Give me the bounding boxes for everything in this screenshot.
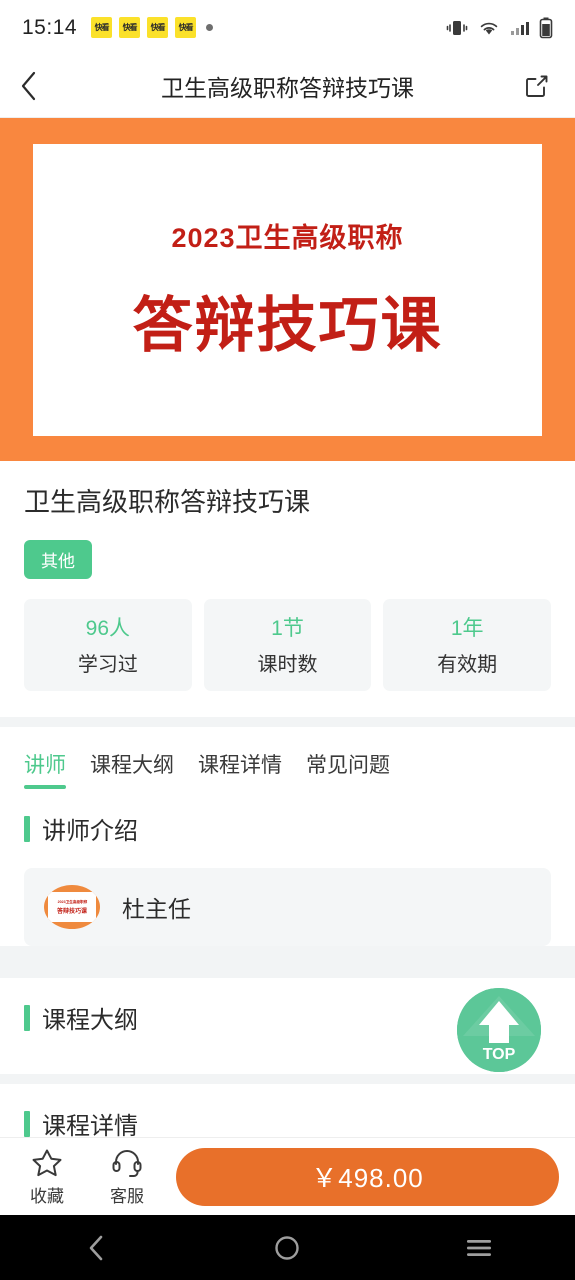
section-divider bbox=[0, 717, 575, 728]
notification-badge-icon: 快看 bbox=[147, 17, 169, 38]
wifi-icon bbox=[477, 19, 501, 37]
status-notification-badges: 快看 快看 快看 快看 bbox=[91, 17, 197, 38]
course-tabs: 讲师 课程大纲 课程详情 常见问题 bbox=[0, 727, 575, 790]
nav-recents-button[interactable] bbox=[434, 1226, 524, 1270]
status-system-icons bbox=[446, 17, 553, 39]
signal-icon bbox=[510, 19, 530, 37]
notification-badge-icon: 快看 bbox=[119, 17, 141, 38]
detail-section: 课程详情 bbox=[0, 1084, 575, 1143]
notification-dot-icon bbox=[206, 24, 214, 31]
favorite-button[interactable]: 收藏 bbox=[16, 1147, 78, 1207]
section-divider bbox=[0, 968, 575, 979]
app-header: 卫生高级职称答辩技巧课 bbox=[0, 55, 575, 118]
course-category-tag: 其他 bbox=[24, 540, 92, 580]
battery-icon bbox=[539, 17, 553, 39]
avatar-line-2: 答辩技巧课 bbox=[56, 909, 87, 916]
back-button[interactable] bbox=[20, 66, 56, 106]
nav-back-button[interactable] bbox=[51, 1226, 141, 1270]
banner-card: 2023卫生高级职称 答辩技巧课 bbox=[33, 143, 542, 436]
tab-detail[interactable]: 课程详情 bbox=[198, 749, 282, 789]
stat-item: 1年 有效期 bbox=[383, 599, 552, 692]
share-button[interactable] bbox=[519, 68, 555, 104]
support-label: 客服 bbox=[110, 1186, 144, 1206]
section-title: 讲师介绍 bbox=[42, 818, 138, 846]
course-stats: 96人 学习过 1节 课时数 1年 有效期 bbox=[0, 599, 575, 717]
bottom-action-bar: 收藏 客服 ￥498.00 bbox=[0, 1137, 575, 1215]
vibrate-icon bbox=[446, 19, 468, 37]
tab-instructor[interactable]: 讲师 bbox=[24, 749, 66, 790]
stat-item: 96人 学习过 bbox=[24, 599, 192, 692]
stat-value: 1年 bbox=[450, 617, 484, 641]
favorite-label: 收藏 bbox=[30, 1186, 64, 1206]
avatar: 2023卫生高级职称 答辩技巧课 bbox=[44, 885, 100, 930]
support-button[interactable]: 客服 bbox=[96, 1147, 158, 1207]
section-divider bbox=[0, 1074, 575, 1085]
course-title: 卫生高级职称答辩技巧课 bbox=[24, 487, 311, 517]
stat-value: 96人 bbox=[85, 617, 131, 641]
nav-back-icon bbox=[89, 1235, 103, 1260]
course-banner[interactable]: 2023卫生高级职称 答辩技巧课 bbox=[0, 118, 575, 461]
page-title: 卫生高级职称答辩技巧课 bbox=[161, 75, 414, 101]
stat-label: 有效期 bbox=[437, 654, 498, 677]
status-time: 15:14 bbox=[22, 15, 78, 39]
course-info: 卫生高级职称答辩技巧课 其他 bbox=[0, 461, 575, 599]
nav-recents-icon bbox=[467, 1239, 492, 1256]
avatar-line-1: 2023卫生高级职称 bbox=[57, 899, 87, 904]
arrow-up-icon: TOP bbox=[457, 988, 541, 1072]
status-bar: 15:14 快看 快看 快看 快看 bbox=[0, 0, 575, 55]
stat-item: 1节 课时数 bbox=[203, 599, 372, 692]
chevron-left-icon bbox=[21, 71, 36, 101]
stat-value: 1节 bbox=[271, 617, 304, 641]
tab-faq[interactable]: 常见问题 bbox=[306, 749, 390, 789]
section-title: 课程大纲 bbox=[42, 1007, 138, 1035]
banner-title: 答辩技巧课 bbox=[132, 291, 443, 359]
buy-button[interactable]: ￥498.00 bbox=[176, 1147, 559, 1206]
svg-text:TOP: TOP bbox=[483, 1046, 516, 1063]
tab-outline[interactable]: 课程大纲 bbox=[90, 749, 174, 789]
instructor-item[interactable]: 2023卫生高级职称 答辩技巧课 杜主任 bbox=[24, 868, 551, 947]
notification-badge-icon: 快看 bbox=[91, 17, 113, 38]
section-accent-bar bbox=[24, 1004, 30, 1031]
banner-subtitle: 2023卫生高级职称 bbox=[171, 222, 404, 253]
notification-badge-icon: 快看 bbox=[175, 17, 197, 38]
instructor-section: 讲师介绍 2023卫生高级职称 答辩技巧课 杜主任 bbox=[0, 789, 575, 947]
section-header: 讲师介绍 bbox=[24, 811, 551, 846]
section-accent-bar bbox=[24, 1110, 30, 1137]
nav-home-button[interactable] bbox=[242, 1226, 332, 1270]
stat-label: 课时数 bbox=[257, 654, 318, 677]
star-icon bbox=[32, 1149, 62, 1176]
nav-home-icon bbox=[275, 1235, 300, 1260]
course-info-card: 卫生高级职称答辩技巧课 其他 96人 学习过 1节 课时数 1年 有效期 bbox=[0, 461, 575, 718]
scroll-to-top-button[interactable]: TOP bbox=[457, 988, 541, 1072]
section-header: 课程详情 bbox=[24, 1106, 551, 1141]
section-accent-bar bbox=[24, 815, 30, 842]
headset-icon bbox=[112, 1149, 142, 1177]
phone-screen: 15:14 快看 快看 快看 快看 卫生高级职称答辩技巧课 2023卫生高级职称… bbox=[0, 0, 575, 1280]
instructor-name: 杜主任 bbox=[122, 896, 191, 923]
share-icon bbox=[526, 75, 548, 97]
stat-label: 学习过 bbox=[77, 654, 138, 677]
section-title: 课程详情 bbox=[42, 1113, 138, 1141]
android-navigation-bar bbox=[0, 1215, 575, 1280]
avatar-image: 2023卫生高级职称 答辩技巧课 bbox=[48, 892, 96, 923]
